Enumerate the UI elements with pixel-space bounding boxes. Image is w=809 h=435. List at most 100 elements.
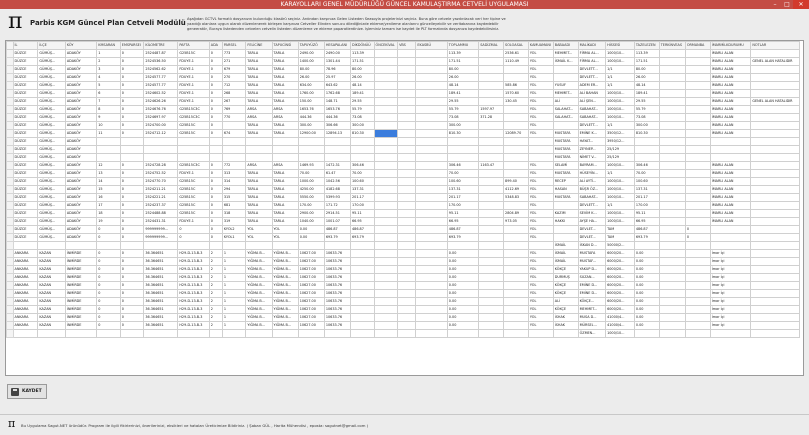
table-cell[interactable]: İmar İçi bbox=[709, 265, 752, 274]
table-cell[interactable]: 113.39 bbox=[633, 49, 660, 58]
table-cell[interactable]: TARLA bbox=[271, 201, 299, 210]
table-cell[interactable]: SABAHAT... bbox=[577, 105, 607, 114]
table-cell[interactable]: DEVLETT... bbox=[577, 121, 607, 130]
table-cell[interactable]: 1 bbox=[96, 49, 121, 58]
table-cell[interactable] bbox=[503, 241, 529, 250]
table-cell[interactable]: 2900.00 bbox=[297, 209, 325, 218]
table-cell[interactable] bbox=[478, 89, 505, 98]
table-cell[interactable]: 171.51 bbox=[350, 57, 375, 66]
table-row[interactable]: DÜZCE GÜMÜŞ... ADAKÖY 5 0 2524577.77 FDUYE.1 0 7… bbox=[6, 81, 800, 90]
table-cell[interactable]: H29-D-13-B-3 bbox=[177, 265, 210, 274]
table-cell[interactable]: 0 bbox=[208, 73, 223, 82]
table-row[interactable]: DÜZCE GÜMÜŞ... ADAKÖY 2 0 2524536.50 FDUYE.1 0 2… bbox=[6, 57, 800, 66]
table-cell[interactable] bbox=[750, 121, 800, 130]
table-cell[interactable]: 10627.00 bbox=[297, 289, 325, 298]
table-cell[interactable]: YIĞMA B... bbox=[271, 257, 299, 266]
table-cell[interactable]: ANKARA bbox=[12, 321, 39, 330]
table-cell[interactable]: 19 bbox=[96, 217, 121, 226]
table-cell[interactable] bbox=[503, 265, 529, 274]
table-cell[interactable]: 12900.00 bbox=[297, 129, 325, 138]
table-cell[interactable]: 170.00 bbox=[633, 201, 660, 210]
table-cell[interactable] bbox=[750, 65, 800, 74]
table-cell[interactable]: 3 bbox=[96, 65, 121, 74]
table-cell[interactable] bbox=[503, 201, 529, 210]
table-cell[interactable] bbox=[503, 329, 529, 338]
table-cell[interactable] bbox=[503, 169, 529, 178]
table-cell[interactable]: FDUYE.1 bbox=[177, 57, 210, 66]
table-cell[interactable]: 26.00 bbox=[297, 73, 325, 82]
table-cell[interactable]: MUSTAFA bbox=[552, 193, 579, 202]
table-cell[interactable]: 29.55 bbox=[633, 97, 660, 106]
table-cell[interactable]: KAZAN bbox=[37, 313, 66, 322]
table-cell[interactable]: 0 bbox=[208, 201, 223, 210]
table-cell[interactable]: GÜMÜŞ... bbox=[37, 81, 66, 90]
table-cell[interactable]: İMARLI ALAN bbox=[709, 65, 752, 74]
table-cell[interactable] bbox=[709, 241, 752, 250]
table-cell[interactable]: 0 bbox=[96, 265, 121, 274]
table-cell[interactable]: İMARLI ALAN bbox=[709, 169, 752, 178]
table-cell[interactable]: 0 bbox=[96, 297, 121, 306]
table-cell[interactable]: FDUYE.1 bbox=[177, 65, 210, 74]
table-cell[interactable]: 8 bbox=[96, 105, 121, 114]
table-cell[interactable]: 36.364651 bbox=[143, 281, 179, 290]
table-cell[interactable]: 6000/20... bbox=[605, 265, 635, 274]
table-cell[interactable]: 95.11 bbox=[446, 209, 480, 218]
table-cell[interactable]: 2490.00 bbox=[323, 49, 352, 58]
table-cell[interactable] bbox=[37, 241, 66, 250]
table-cell[interactable]: 0 bbox=[119, 169, 145, 178]
table-cell[interactable]: 0.00 bbox=[297, 225, 325, 234]
table-cell[interactable]: 2524487.87 bbox=[143, 49, 179, 58]
table-cell[interactable]: DÜZCE bbox=[12, 113, 39, 122]
table-cell[interactable]: ADAKÖY bbox=[64, 201, 98, 210]
table-cell[interactable]: DÜZCE bbox=[12, 225, 39, 234]
table-cell[interactable]: 2524770.70 bbox=[143, 177, 179, 186]
table-row[interactable]: DÜZCE GÜMÜŞ... ADAKÖY 11 0 2524712.12 G25B15C 0… bbox=[6, 129, 800, 138]
table-cell[interactable]: YOL bbox=[527, 89, 554, 98]
table-cell[interactable]: HÜSEYİN... bbox=[577, 169, 607, 178]
table-cell[interactable]: 15 bbox=[96, 185, 121, 194]
table-cell[interactable] bbox=[415, 233, 448, 242]
table-cell[interactable]: 0 bbox=[177, 225, 210, 234]
table-cell[interactable] bbox=[709, 233, 752, 242]
table-cell[interactable]: İMARLI ALAN bbox=[709, 193, 752, 202]
table-cell[interactable] bbox=[633, 329, 660, 338]
table-cell[interactable]: KAZAN bbox=[37, 297, 66, 306]
table-cell[interactable] bbox=[397, 113, 417, 122]
table-cell[interactable]: 0 bbox=[208, 121, 223, 130]
table-cell[interactable]: DEVLETT... bbox=[577, 73, 607, 82]
table-cell[interactable]: İMARLI ALAN bbox=[709, 105, 752, 114]
table-cell[interactable]: 306.46 bbox=[633, 161, 660, 170]
table-cell[interactable] bbox=[350, 289, 375, 298]
table-cell[interactable]: 300.00 bbox=[446, 121, 480, 130]
table-cell[interactable] bbox=[397, 321, 417, 330]
table-cell[interactable]: 770 bbox=[221, 113, 247, 122]
table-cell[interactable]: SALAHAT... bbox=[552, 105, 579, 114]
table-cell[interactable] bbox=[633, 137, 660, 146]
table-cell[interactable]: 0 bbox=[119, 97, 145, 106]
table-cell[interactable] bbox=[323, 137, 352, 146]
table-cell[interactable] bbox=[478, 81, 505, 90]
cetvel-data-grid[interactable]: İL İLÇE KÖY KMSARAN EMSPARSEI KİLOMETRE PAFTA A… bbox=[5, 40, 804, 376]
table-cell[interactable]: KÖKÇE bbox=[552, 305, 579, 314]
table-cell[interactable]: 14 bbox=[96, 177, 121, 186]
table-cell[interactable]: 201.17 bbox=[446, 193, 480, 202]
table-cell[interactable]: İSHAK bbox=[552, 321, 579, 330]
table-cell[interactable]: ADAKÖY bbox=[64, 153, 98, 162]
table-cell[interactable] bbox=[478, 321, 505, 330]
table-cell[interactable] bbox=[245, 153, 273, 162]
table-cell[interactable]: 0 bbox=[119, 289, 145, 298]
table-cell[interactable]: 486.87 bbox=[446, 225, 480, 234]
table-cell[interactable]: ALİ bbox=[552, 297, 579, 306]
table-cell[interactable] bbox=[478, 193, 505, 202]
table-cell[interactable] bbox=[684, 297, 711, 306]
table-cell[interactable]: TAM bbox=[605, 233, 635, 242]
table-cell[interactable]: ARSA bbox=[271, 161, 299, 170]
table-cell[interactable]: 148.71 bbox=[323, 97, 352, 106]
table-cell[interactable]: TARLA bbox=[245, 193, 273, 202]
table-row[interactable]: ANKARA KAZAN İNMİRDE 0 0 36.364651 H29-D-13-B-… bbox=[6, 257, 800, 266]
table-cell[interactable] bbox=[750, 169, 800, 178]
table-cell[interactable]: DÜZCE bbox=[12, 65, 39, 74]
table-cell[interactable] bbox=[208, 153, 223, 162]
table-cell[interactable]: 0.00 bbox=[633, 273, 660, 282]
table-cell[interactable]: 0 bbox=[208, 81, 223, 90]
